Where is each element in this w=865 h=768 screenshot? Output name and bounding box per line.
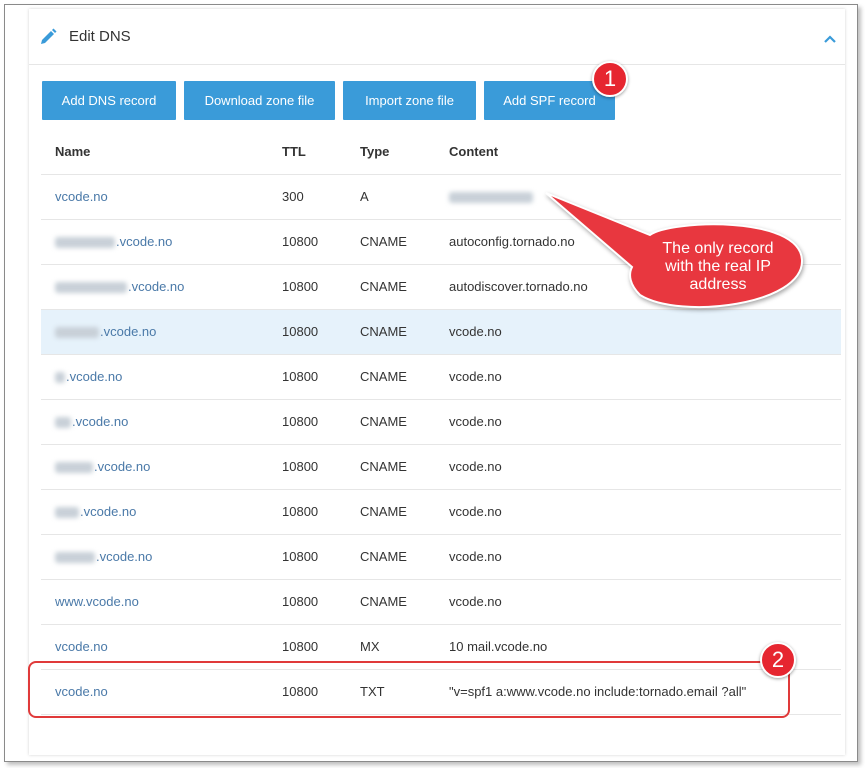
add-dns-record-button[interactable]: Add DNS record — [42, 81, 176, 120]
record-ttl: 10800 — [282, 489, 360, 535]
record-name-link[interactable]: .vcode.no — [66, 369, 122, 384]
edit-dns-panel: Edit DNS Add DNS record Download zone fi… — [29, 9, 845, 755]
import-zone-file-button[interactable]: Import zone file — [343, 81, 476, 120]
redacted-subdomain — [55, 462, 93, 474]
record-ttl: 10800 — [282, 309, 360, 355]
record-ttl: 10800 — [282, 219, 360, 265]
download-zone-file-button[interactable]: Download zone file — [184, 81, 335, 120]
record-type: CNAME — [360, 579, 449, 625]
record-ttl: 10800 — [282, 534, 360, 580]
record-name-link[interactable]: .vcode.no — [116, 234, 172, 249]
redacted-subdomain — [55, 552, 95, 564]
record-content: vcode.no — [449, 534, 841, 580]
record-ttl: 10800 — [282, 399, 360, 445]
record-type: CNAME — [360, 309, 449, 355]
record-type: CNAME — [360, 444, 449, 490]
table-header-row: Name TTL Type Content — [41, 129, 841, 175]
record-type: CNAME — [360, 399, 449, 445]
record-name-link[interactable]: .vcode.no — [94, 459, 150, 474]
table-row[interactable]: .vcode.no 10800 CNAME vcode.no — [41, 399, 841, 445]
record-ttl: 10800 — [282, 579, 360, 625]
record-name-link[interactable]: .vcode.no — [96, 549, 152, 564]
record-ttl: 300 — [282, 174, 360, 220]
callout-line: with the real IP — [665, 258, 771, 275]
record-name-link[interactable]: .vcode.no — [128, 279, 184, 294]
panel-header: Edit DNS — [29, 9, 845, 65]
header-type: Type — [360, 129, 449, 175]
callout-line: address — [689, 276, 747, 293]
record-ttl: 10800 — [282, 354, 360, 400]
record-ttl: 10800 — [282, 444, 360, 490]
record-content: vcode.no — [449, 354, 841, 400]
record-type: CNAME — [360, 264, 449, 310]
annotation-badge-1: 1 — [592, 61, 628, 97]
panel-title: Edit DNS — [69, 28, 131, 45]
record-name-link[interactable]: www.vcode.no — [55, 594, 139, 609]
redacted-subdomain — [55, 237, 115, 249]
record-name-link[interactable]: .vcode.no — [80, 504, 136, 519]
record-type: CNAME — [360, 489, 449, 535]
redacted-subdomain — [55, 282, 127, 294]
table-row[interactable]: www.vcode.no 10800 CNAME vcode.no — [41, 579, 841, 625]
redacted-subdomain — [55, 372, 65, 384]
record-content: vcode.no — [449, 489, 841, 535]
header-content: Content — [449, 129, 841, 175]
table-row[interactable]: .vcode.no 10800 CNAME vcode.no — [41, 489, 841, 535]
header-ttl: TTL — [282, 129, 360, 175]
table-row[interactable]: .vcode.no 10800 CNAME vcode.no — [41, 444, 841, 490]
record-name-link[interactable]: vcode.no — [55, 639, 108, 654]
record-content: vcode.no — [449, 579, 841, 625]
record-type: CNAME — [360, 219, 449, 265]
record-name-link[interactable]: vcode.no — [55, 189, 108, 204]
redacted-subdomain — [55, 417, 71, 429]
pencil-icon — [41, 28, 57, 44]
record-ttl: 10800 — [282, 264, 360, 310]
record-type: CNAME — [360, 354, 449, 400]
record-name-link[interactable]: .vcode.no — [100, 324, 156, 339]
callout-line: The only record — [662, 240, 774, 257]
header-name: Name — [41, 129, 282, 175]
record-type: CNAME — [360, 534, 449, 580]
table-row[interactable]: .vcode.no 10800 CNAME vcode.no — [41, 354, 841, 400]
record-name-link[interactable]: .vcode.no — [72, 414, 128, 429]
record-content: vcode.no — [449, 399, 841, 445]
txt-record-highlight — [28, 661, 790, 718]
record-type: A — [360, 174, 449, 220]
annotation-badge-2: 2 — [760, 642, 796, 678]
chevron-up-icon[interactable] — [823, 34, 837, 44]
redacted-ip — [449, 192, 533, 204]
table-row[interactable]: .vcode.no 10800 CNAME vcode.no — [41, 534, 841, 580]
record-content: vcode.no — [449, 444, 841, 490]
window-frame: Edit DNS Add DNS record Download zone fi… — [4, 4, 858, 762]
redacted-subdomain — [55, 327, 99, 339]
callout-text: The only record with the real IP address — [638, 240, 798, 294]
redacted-subdomain — [55, 507, 79, 519]
